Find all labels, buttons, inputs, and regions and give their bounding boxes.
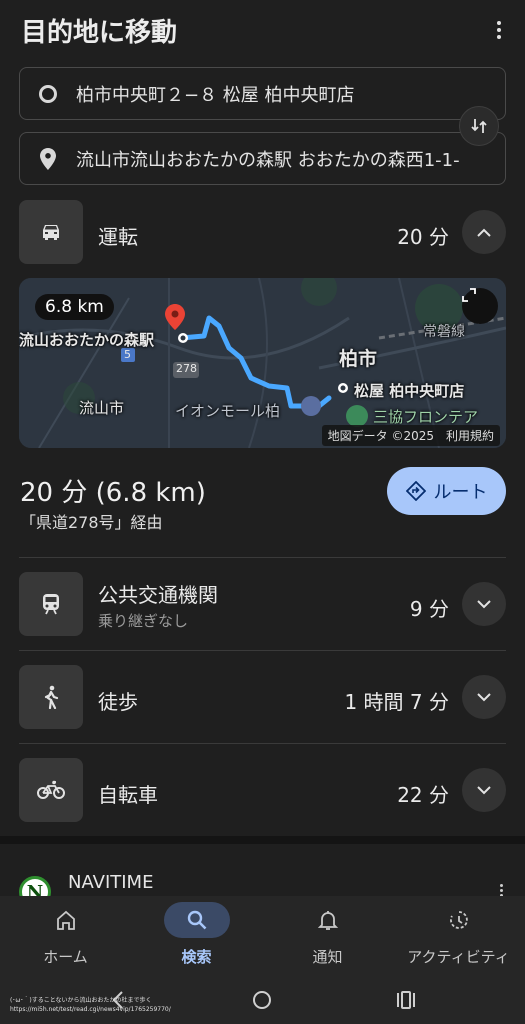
mode-walking-time: 1 時間 7 分 [344, 690, 449, 714]
chevron-down-icon[interactable] [462, 768, 506, 812]
mode-transit-sub: 乗り継ぎなし [98, 612, 189, 630]
car-icon [19, 200, 83, 264]
map-label-nagareyama: 流山市 [79, 399, 125, 417]
sponsored-listing[interactable]: N NAVITIME [0, 844, 525, 908]
expand-map-icon[interactable] [462, 288, 498, 324]
search-icon [164, 902, 230, 938]
watermark: (･ω･｀)することないから流山おおたかの杜まで歩く https://mi5h.… [10, 996, 230, 1014]
nav-search-label: 検索 [181, 948, 212, 966]
map-label-sankyo: 三協フロンテア [373, 408, 479, 426]
destination-field[interactable]: 流山市流山おおたかの森駅 おおたかの森西1-1- [19, 132, 506, 185]
divider [19, 650, 506, 651]
bicycle-icon [19, 758, 83, 822]
nav-activity-label: アクティビティ [407, 948, 510, 966]
train-icon [19, 572, 83, 636]
mode-transit-time: 9 分 [409, 597, 449, 621]
mode-driving-label: 運転 [98, 225, 138, 249]
divider [19, 557, 506, 558]
map-attribution[interactable]: 地図データ ©2025 利用規約 [321, 425, 500, 446]
walk-icon [19, 665, 83, 729]
nav-notifications[interactable]: 通知 [262, 896, 393, 976]
route-button-label: ルート [433, 482, 488, 503]
mode-cycling-time: 22 分 [397, 783, 449, 807]
route-summary-time: 20 分 (6.8 km) [20, 478, 206, 508]
page-title: 目的地に移動 [21, 18, 178, 48]
location-pin-icon [20, 147, 76, 170]
route-summary-via: 「県道278号」経由 [20, 513, 163, 532]
more-vert-icon[interactable] [487, 18, 511, 42]
watermark-line1: (･ω･｀)することないから流山おおたかの杜まで歩く [10, 997, 152, 1004]
nav-activity[interactable]: アクティビティ [393, 896, 524, 976]
bottom-navigation: ホーム 検索 通知 アクティビティ [0, 896, 525, 976]
map-label-destination: 流山おおたかの森駅 [19, 331, 155, 349]
distance-chip: 6.8 km [35, 294, 114, 320]
home-button-icon[interactable] [242, 982, 282, 1018]
route-map[interactable]: 6.8 km 流山おおたかの森駅 松屋 柏中央町店 柏市 流山市 イオンモール柏… [19, 278, 506, 448]
mode-walking-label: 徒歩 [98, 690, 138, 714]
watermark-line2: https://mi5h.net/test/read.cgi/news4vip/… [10, 1006, 171, 1013]
origin-circle-icon [20, 84, 76, 103]
header: 目的地に移動 [0, 0, 525, 62]
nav-search[interactable]: 検索 [131, 896, 262, 976]
nav-notifications-label: 通知 [312, 948, 343, 966]
sponsored-name: NAVITIME [68, 872, 154, 893]
chevron-down-icon[interactable] [462, 582, 506, 626]
map-label-origin: 松屋 柏中央町店 [354, 382, 465, 400]
nav-home-label: ホーム [43, 948, 88, 966]
bell-icon [295, 902, 361, 938]
mode-cycling-label: 自転車 [98, 783, 158, 807]
nav-home[interactable]: ホーム [0, 896, 131, 976]
directions-icon [405, 481, 426, 501]
map-label-joban: 常磐線 [423, 324, 465, 340]
mode-transit-label: 公共交通機関 [98, 583, 218, 607]
mode-driving-time: 20 分 [397, 225, 449, 249]
recents-icon[interactable] [386, 982, 426, 1018]
divider [19, 743, 506, 744]
section-separator [0, 836, 525, 844]
swap-vert-icon[interactable] [459, 106, 499, 146]
home-icon [33, 902, 99, 938]
map-label-kashiwa: 柏市 [339, 348, 378, 370]
route-button[interactable]: ルート [387, 467, 506, 515]
origin-value: 柏市中央町２−８ 松屋 柏中央町店 [76, 84, 355, 106]
origin-field[interactable]: 柏市中央町２−８ 松屋 柏中央町店 [19, 67, 506, 120]
chevron-down-icon[interactable] [462, 675, 506, 719]
activity-icon [426, 902, 492, 938]
destination-value: 流山市流山おおたかの森駅 おおたかの森西1-1- [76, 149, 460, 171]
map-label-aeon: イオンモール柏 [175, 402, 281, 420]
chevron-up-icon[interactable] [462, 210, 506, 254]
map-label-road-5: 5 [124, 348, 131, 361]
map-label-road-278: 278 [176, 362, 197, 375]
